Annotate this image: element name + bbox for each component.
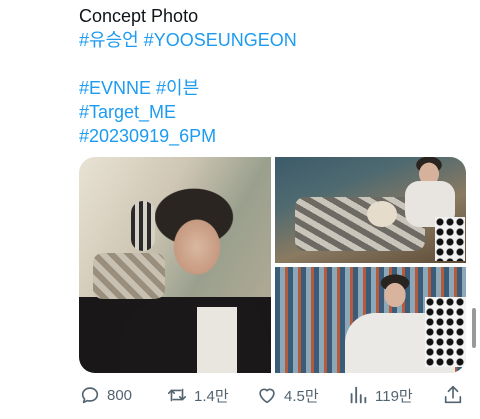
- tshirt-shape: [197, 307, 237, 373]
- like-button[interactable]: 4.5만: [256, 383, 319, 407]
- reply-button[interactable]: 800: [79, 383, 132, 407]
- hashtag-link[interactable]: #20230919_6PM: [79, 126, 216, 146]
- tweet-text: Concept Photo #유승언 #YOOSEUNGEON #EVNNE #…: [79, 4, 297, 148]
- media-grid: [79, 157, 466, 373]
- hashtag-link[interactable]: #Target_ME: [79, 102, 176, 122]
- pillow-shape: [93, 253, 165, 299]
- hashtag-line-2: #EVNNE #이븐: [79, 76, 297, 100]
- view-count: 119만: [375, 387, 413, 405]
- photo-bottom-right[interactable]: [275, 267, 466, 373]
- reply-count: 800: [107, 386, 133, 404]
- hashtag-line-1: #유승언 #YOOSEUNGEON: [79, 28, 297, 52]
- retweet-icon: [167, 388, 187, 402]
- jacket-shape: [119, 297, 269, 373]
- polka-dot-pillow: [435, 217, 465, 261]
- hashtag-line-3: #Target_ME: [79, 100, 297, 124]
- teddy-bear-shape: [367, 201, 397, 227]
- scrollbar[interactable]: [472, 308, 476, 348]
- tweet-caption: Concept Photo: [79, 6, 199, 26]
- hashtag-link[interactable]: #이븐: [156, 78, 199, 98]
- hashtag-link[interactable]: #EVNNE: [79, 78, 151, 98]
- share-icon: [444, 385, 462, 404]
- hashtag-link[interactable]: #유승언: [79, 30, 139, 50]
- hashtag-line-4: #20230919_6PM: [79, 124, 297, 148]
- lamp-shape: [131, 201, 155, 251]
- tweet-actions: 800 1.4만 4.5만 119만: [79, 383, 466, 407]
- share-button[interactable]: [442, 383, 470, 407]
- hashtag-link[interactable]: #YOOSEUNGEON: [144, 30, 297, 50]
- reply-icon: [81, 387, 99, 404]
- polka-dot-pillow: [425, 297, 466, 367]
- views-icon: [350, 386, 367, 404]
- views-button[interactable]: 119만: [347, 383, 413, 407]
- photo-top-right[interactable]: [275, 157, 466, 263]
- retweet-button[interactable]: 1.4만: [166, 383, 229, 407]
- like-count: 4.5만: [284, 387, 319, 405]
- like-icon: [259, 388, 275, 404]
- photo-main[interactable]: [79, 157, 271, 373]
- retweet-count: 1.4만: [194, 387, 229, 405]
